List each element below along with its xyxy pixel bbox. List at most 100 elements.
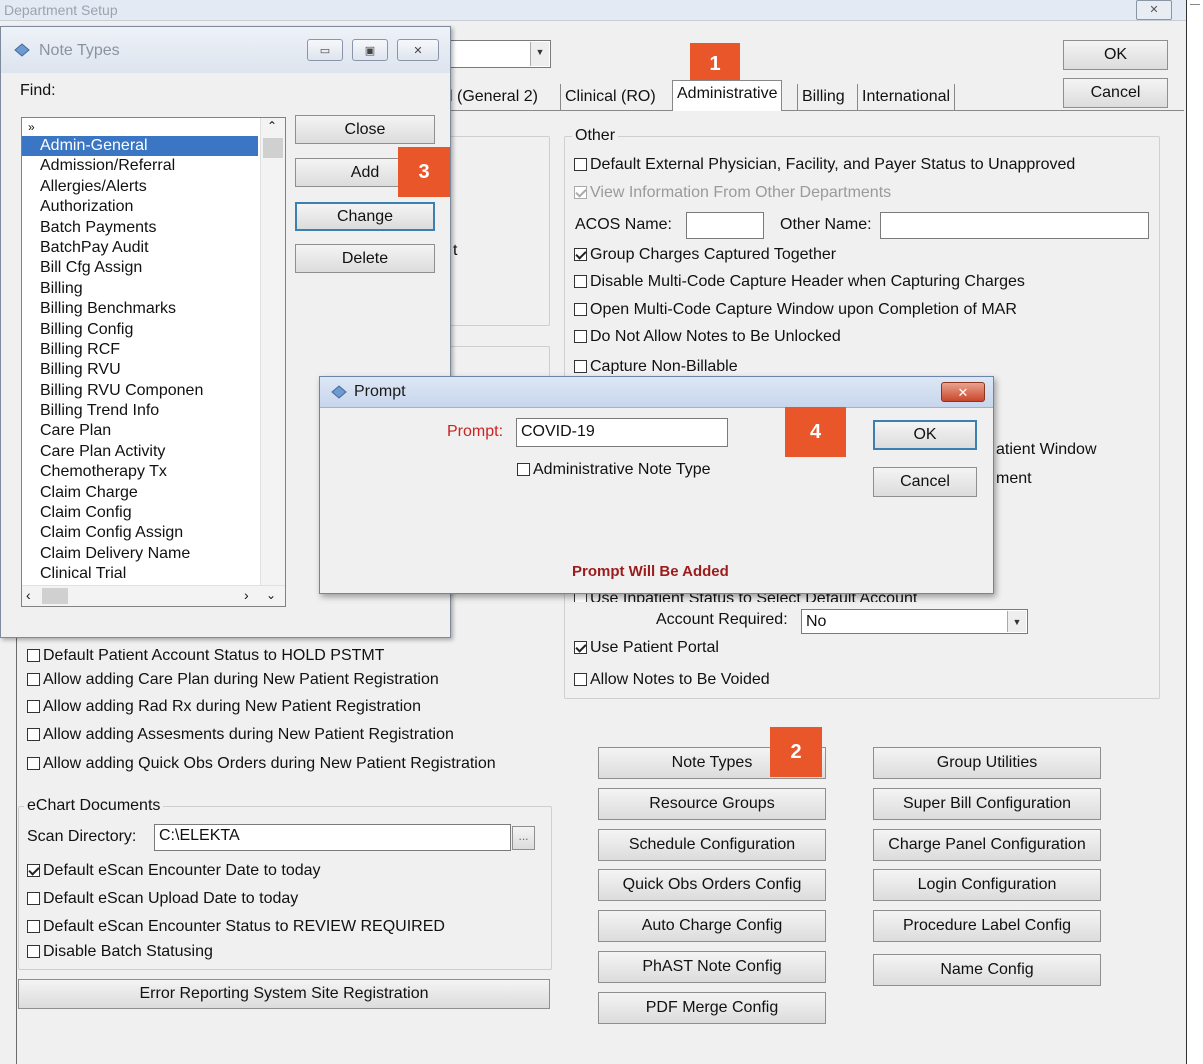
echart-group-label: eChart Documents — [24, 797, 164, 815]
change-button[interactable]: Change — [295, 202, 435, 231]
list-item[interactable]: Admin-General — [22, 136, 258, 157]
maximize-icon[interactable]: ▣ — [352, 39, 388, 61]
step-badge-3: 3 — [398, 147, 450, 197]
rad-rx-checkbox[interactable]: Allow adding Rad Rx during New Patient R… — [27, 698, 421, 716]
review-required-checkbox[interactable]: Default eScan Encounter Status to REVIEW… — [27, 918, 445, 936]
close-button[interactable]: Close — [295, 115, 435, 144]
list-item[interactable]: Billing Config — [22, 320, 285, 340]
list-item[interactable]: Allergies/Alerts — [22, 177, 285, 197]
chevron-down-icon[interactable]: ▼ — [530, 42, 549, 66]
vertical-scrollbar[interactable]: ⌃ — [260, 118, 285, 588]
account-required-select[interactable]: No ▼ — [801, 609, 1028, 634]
list-item[interactable]: Clinical Trial — [22, 564, 285, 584]
pdf-merge-config-button[interactable]: PDF Merge Config — [598, 992, 826, 1024]
list-item[interactable]: Claim Delivery Name — [22, 544, 285, 564]
list-item[interactable]: Claim Config — [22, 503, 285, 523]
phast-note-config-button[interactable]: PhAST Note Config — [598, 951, 826, 983]
list-item[interactable]: Billing — [22, 279, 285, 299]
prompt-input[interactable]: COVID-19 — [516, 418, 728, 447]
tab-international[interactable]: International — [857, 84, 956, 110]
department-combo[interactable]: ▼ — [445, 40, 551, 68]
quick-obs-checkbox[interactable]: Allow adding Quick Obs Orders during New… — [27, 755, 496, 773]
upload-today-checkbox[interactable]: Default eScan Upload Date to today — [27, 890, 298, 908]
group-utilities-button[interactable]: Group Utilities — [873, 747, 1101, 779]
super-bill-configuration-button[interactable]: Super Bill Configuration — [873, 788, 1101, 820]
list-item[interactable]: Claim Charge — [22, 483, 285, 503]
scroll-thumb-h[interactable] — [42, 588, 68, 604]
obscured-text: t — [453, 242, 458, 259]
horizontal-scrollbar[interactable]: ‹ › ⌄ — [22, 585, 285, 606]
acos-name-input[interactable] — [686, 212, 764, 239]
encounter-today-checkbox[interactable]: Default eScan Encounter Date to today — [27, 862, 321, 880]
list-item[interactable]: Chemotherapy Tx — [22, 462, 285, 482]
list-item[interactable]: Billing Benchmarks — [22, 299, 285, 319]
list-item[interactable]: Authorization — [22, 197, 285, 217]
view-info-checkbox[interactable]: View Information From Other Departments — [574, 184, 891, 202]
default-external-checkbox[interactable]: Default External Physician, Facility, an… — [574, 156, 1075, 174]
main-ok-button[interactable]: OK — [1063, 40, 1168, 70]
auto-charge-config-button[interactable]: Auto Charge Config — [598, 910, 826, 942]
prompt-cancel-button[interactable]: Cancel — [873, 467, 977, 497]
prompt-label: Prompt: — [447, 423, 504, 440]
resource-groups-button[interactable]: Resource Groups — [598, 788, 826, 820]
list-item[interactable]: Bill Cfg Assign — [22, 258, 285, 278]
prompt-ok-button[interactable]: OK — [873, 420, 977, 450]
browse-button[interactable]: ... — [512, 826, 535, 850]
list-item[interactable]: Care Plan Activity — [22, 442, 285, 462]
list-item[interactable]: Billing RCF — [22, 340, 285, 360]
close-icon[interactable]: ✕ — [1136, 0, 1172, 20]
procedure-label-config-button[interactable]: Procedure Label Config — [873, 910, 1101, 942]
close-icon[interactable]: ✕ — [941, 382, 985, 402]
hold-pstmt-checkbox[interactable]: Default Patient Account Status to HOLD P… — [27, 649, 384, 663]
disable-batch-checkbox[interactable]: Disable Batch Statusing — [27, 943, 213, 961]
chevron-right-icon[interactable]: › — [244, 587, 249, 603]
acos-name-label: ACOS Name: — [575, 216, 672, 233]
other-name-input[interactable] — [880, 212, 1149, 239]
find-label: Find: — [20, 82, 56, 99]
tab-administrative[interactable]: Administrative — [672, 80, 783, 111]
main-cancel-button[interactable]: Cancel — [1063, 78, 1168, 108]
login-configuration-button[interactable]: Login Configuration — [873, 869, 1101, 901]
list-item[interactable]: Billing RVU — [22, 360, 285, 380]
note-types-title: Note Types — [39, 42, 120, 59]
no-unlock-checkbox[interactable]: Do Not Allow Notes to Be Unlocked — [574, 328, 841, 346]
note-icon — [14, 43, 30, 57]
capture-nonbillable-checkbox[interactable]: Capture Non-Billable — [574, 358, 738, 374]
other-name-label: Other Name: — [780, 216, 872, 233]
error-reporting-button[interactable]: Error Reporting System Site Registration — [18, 979, 550, 1009]
chevron-down-icon[interactable]: ▼ — [1007, 611, 1026, 632]
schedule-configuration-button[interactable]: Schedule Configuration — [598, 829, 826, 861]
list-item[interactable]: Admission/Referral — [22, 156, 285, 176]
list-item[interactable]: Claim Config Assign — [22, 523, 285, 543]
list-item[interactable]: Billing Trend Info — [22, 401, 285, 421]
minimize-icon[interactable]: ▭ — [307, 39, 343, 61]
care-plan-checkbox[interactable]: Allow adding Care Plan during New Patien… — [27, 671, 439, 689]
use-patient-portal-checkbox[interactable]: Use Patient Portal — [574, 639, 719, 657]
allow-voided-checkbox[interactable]: Allow Notes to Be Voided — [574, 671, 770, 689]
open-multicode-checkbox[interactable]: Open Multi-Code Capture Window upon Comp… — [574, 301, 1017, 319]
list-item[interactable]: Billing RVU Componen — [22, 381, 285, 401]
administrative-note-type-checkbox[interactable]: Administrative Note Type — [517, 461, 711, 479]
chevron-left-icon[interactable]: ‹ — [26, 587, 31, 603]
scan-directory-input[interactable]: C:\ELEKTA — [154, 824, 511, 851]
close-icon[interactable]: ✕ — [397, 39, 439, 61]
list-item[interactable]: BatchPay Audit — [22, 238, 285, 258]
assessments-checkbox[interactable]: Allow adding Assesments during New Patie… — [27, 726, 454, 744]
tab-billing[interactable]: Billing — [797, 84, 849, 110]
group-charges-checkbox[interactable]: Group Charges Captured Together — [574, 246, 836, 264]
list-item[interactable]: Care Plan — [22, 421, 285, 441]
name-config-button[interactable]: Name Config — [873, 954, 1101, 986]
main-window-title: Department Setup — [4, 2, 118, 18]
chevron-down-icon[interactable]: ⌄ — [266, 588, 276, 602]
note-types-titlebar: Note Types ▭ ▣ ✕ — [1, 27, 450, 73]
tab-clinical-ro[interactable]: Clinical (RO) — [560, 84, 660, 110]
chevron-up-icon[interactable]: ⌃ — [267, 119, 277, 133]
disable-multicode-checkbox[interactable]: Disable Multi-Code Capture Header when C… — [574, 273, 1025, 291]
charge-panel-configuration-button[interactable]: Charge Panel Configuration — [873, 829, 1101, 861]
scroll-thumb[interactable] — [263, 138, 283, 158]
list-item[interactable]: Batch Payments — [22, 218, 285, 238]
note-types-list[interactable]: » Admin-General Admission/Referral Allergi… — [21, 117, 286, 607]
quick-obs-orders-config-button[interactable]: Quick Obs Orders Config — [598, 869, 826, 901]
delete-button[interactable]: Delete — [295, 244, 435, 273]
tab-general-2[interactable]: l (General 2) — [445, 84, 542, 110]
